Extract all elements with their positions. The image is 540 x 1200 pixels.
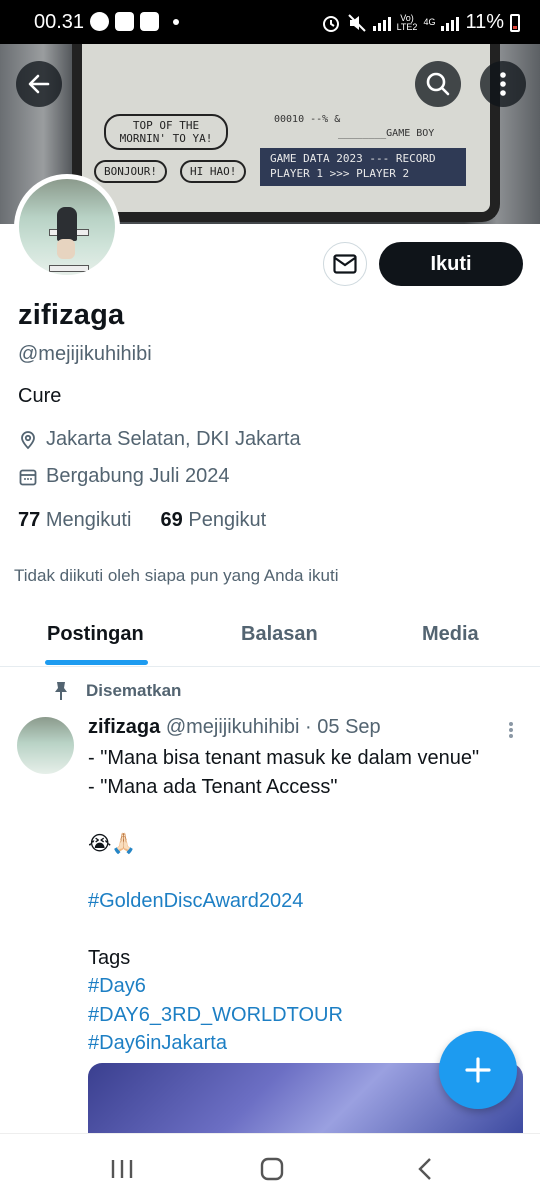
plus-icon <box>465 1057 491 1083</box>
back-button[interactable] <box>16 61 62 107</box>
banner-bubble-greeting: TOP OF THE MORNIN' TO YA! <box>104 114 228 150</box>
post-author-avatar[interactable] <box>17 717 74 774</box>
post-header[interactable]: zifizaga @mejijikuhihibi · 05 Sep <box>88 716 381 739</box>
whatsapp-icon <box>90 12 109 31</box>
compose-post-button[interactable] <box>439 1031 517 1109</box>
profile-tabs: Postingan Balasan Media <box>0 612 540 667</box>
message-button[interactable] <box>323 242 367 286</box>
hashtag-day6-worldtour[interactable]: #DAY6_3RD_WORLDTOUR <box>88 1001 528 1030</box>
avatar-person-1 <box>57 207 77 241</box>
following-count: 77 <box>18 509 41 531</box>
alarm-icon <box>322 15 339 32</box>
mail-icon <box>333 254 357 274</box>
followers-count: 69 <box>160 509 183 531</box>
system-back-button[interactable] <box>410 1154 440 1184</box>
banner-record-line-2: PLAYER 1 >>> PLAYER 2 <box>270 167 410 180</box>
system-navigation-bar <box>0 1133 540 1200</box>
profile-handle: @mejijikuhihibi <box>18 343 152 365</box>
calendar-icon <box>19 469 37 485</box>
profile-location: Jakarta Selatan, DKI Jakarta <box>18 428 301 451</box>
banner-score: 00010 --% & <box>274 114 341 125</box>
lte2-text: LTE2 <box>396 21 418 32</box>
more-options-button[interactable] <box>480 61 526 107</box>
more-notifications-dot-icon <box>173 18 179 25</box>
post-emoji-line: 😭🙏🏻 <box>88 832 137 855</box>
gallery-icon <box>115 12 134 31</box>
more-vertical-icon <box>500 72 506 96</box>
banner-record-line-1: GAME DATA 2023 --- RECORD <box>270 152 436 165</box>
chevron-left-icon <box>418 1158 431 1180</box>
tab-posts[interactable]: Postingan <box>47 623 144 646</box>
banner-gameboy-text: ________GAME BOY <box>338 128 435 139</box>
status-indicators: Vo) LTE2 4G 11% <box>321 11 520 34</box>
post-author-name: zifizaga <box>88 716 161 738</box>
shopping-bag-icon <box>140 12 159 31</box>
pinned-label-row: Disematkan <box>52 681 181 701</box>
post-line <box>88 801 528 830</box>
banner-bubble-nihao: HI HAO! <box>180 160 247 183</box>
post-handle-date: @mejijikuhihibi · 05 Sep <box>165 716 381 738</box>
profile-screen: 00.31 Vo) LTE2 4G 11% TOP OF THE MORNIN' … <box>0 0 540 1200</box>
pin-icon <box>55 682 67 700</box>
signal-2-icon <box>441 15 460 31</box>
recent-apps-icon <box>111 1160 133 1178</box>
pinned-label: Disematkan <box>86 681 182 700</box>
hashtag-day6[interactable]: #Day6 <box>88 972 528 1001</box>
follow-button[interactable]: Ikuti <box>379 242 523 286</box>
mute-icon <box>347 13 366 32</box>
notification-icons <box>90 12 179 31</box>
post-more-button[interactable] <box>503 720 519 740</box>
home-icon <box>260 1157 284 1181</box>
post-line <box>88 858 528 887</box>
banner-bubble-bonjour: BONJOUR! <box>94 160 167 183</box>
avatar-image <box>19 179 115 275</box>
signal-1-icon <box>372 15 391 31</box>
post-line <box>88 915 528 944</box>
profile-bio: Cure <box>18 385 62 407</box>
battery-icon <box>510 13 520 32</box>
tab-media[interactable]: Media <box>422 623 479 646</box>
search-button[interactable] <box>415 61 461 107</box>
followers-label: Pengikut <box>188 509 267 531</box>
recent-apps-button[interactable] <box>107 1154 137 1184</box>
profile-joined: Bergabung Juli 2024 <box>18 465 229 488</box>
profile-name: zifizaga <box>18 299 125 331</box>
location-pin-icon <box>21 430 35 449</box>
network-type: 4G <box>423 17 436 27</box>
active-tab-indicator <box>45 660 148 665</box>
post-tags-label: Tags <box>88 946 131 969</box>
avatar-caption-2 <box>49 265 89 272</box>
volte-label: Vo) LTE2 <box>396 13 418 32</box>
banner-record-box: GAME DATA 2023 --- RECORD PLAYER 1 >>> P… <box>260 148 466 186</box>
location-text: Jakarta Selatan, DKI Jakarta <box>46 428 301 450</box>
not-followed-notice: Tidak diikuti oleh siapa pun yang Anda i… <box>14 566 339 585</box>
followers-link[interactable]: 69 Pengikut <box>161 509 267 531</box>
hashtag-golden-disc-award[interactable]: #GoldenDiscAward2024 <box>88 887 528 916</box>
home-button[interactable] <box>257 1154 287 1184</box>
profile-avatar[interactable] <box>14 174 120 280</box>
post-body: - "Mana bisa tenant masuk ke dalam venue… <box>88 744 528 1058</box>
status-bar: 00.31 Vo) LTE2 4G 11% <box>0 0 540 44</box>
following-link[interactable]: 77 Mengikuti <box>18 509 131 531</box>
search-icon <box>426 72 450 96</box>
status-time: 00.31 <box>34 11 85 33</box>
follow-stats: 77 Mengikuti 69 Pengikut <box>18 509 266 532</box>
tab-replies[interactable]: Balasan <box>241 623 318 646</box>
post-line: - "Mana bisa tenant masuk ke dalam venue… <box>88 747 480 769</box>
joined-text: Bergabung Juli 2024 <box>46 465 230 487</box>
following-label: Mengikuti <box>45 509 132 531</box>
avatar-person-2 <box>57 239 75 259</box>
post-line: - "Mana ada Tenant Access" <box>88 775 338 798</box>
arrow-left-icon <box>28 74 50 94</box>
battery-percent: 11% <box>465 11 504 33</box>
